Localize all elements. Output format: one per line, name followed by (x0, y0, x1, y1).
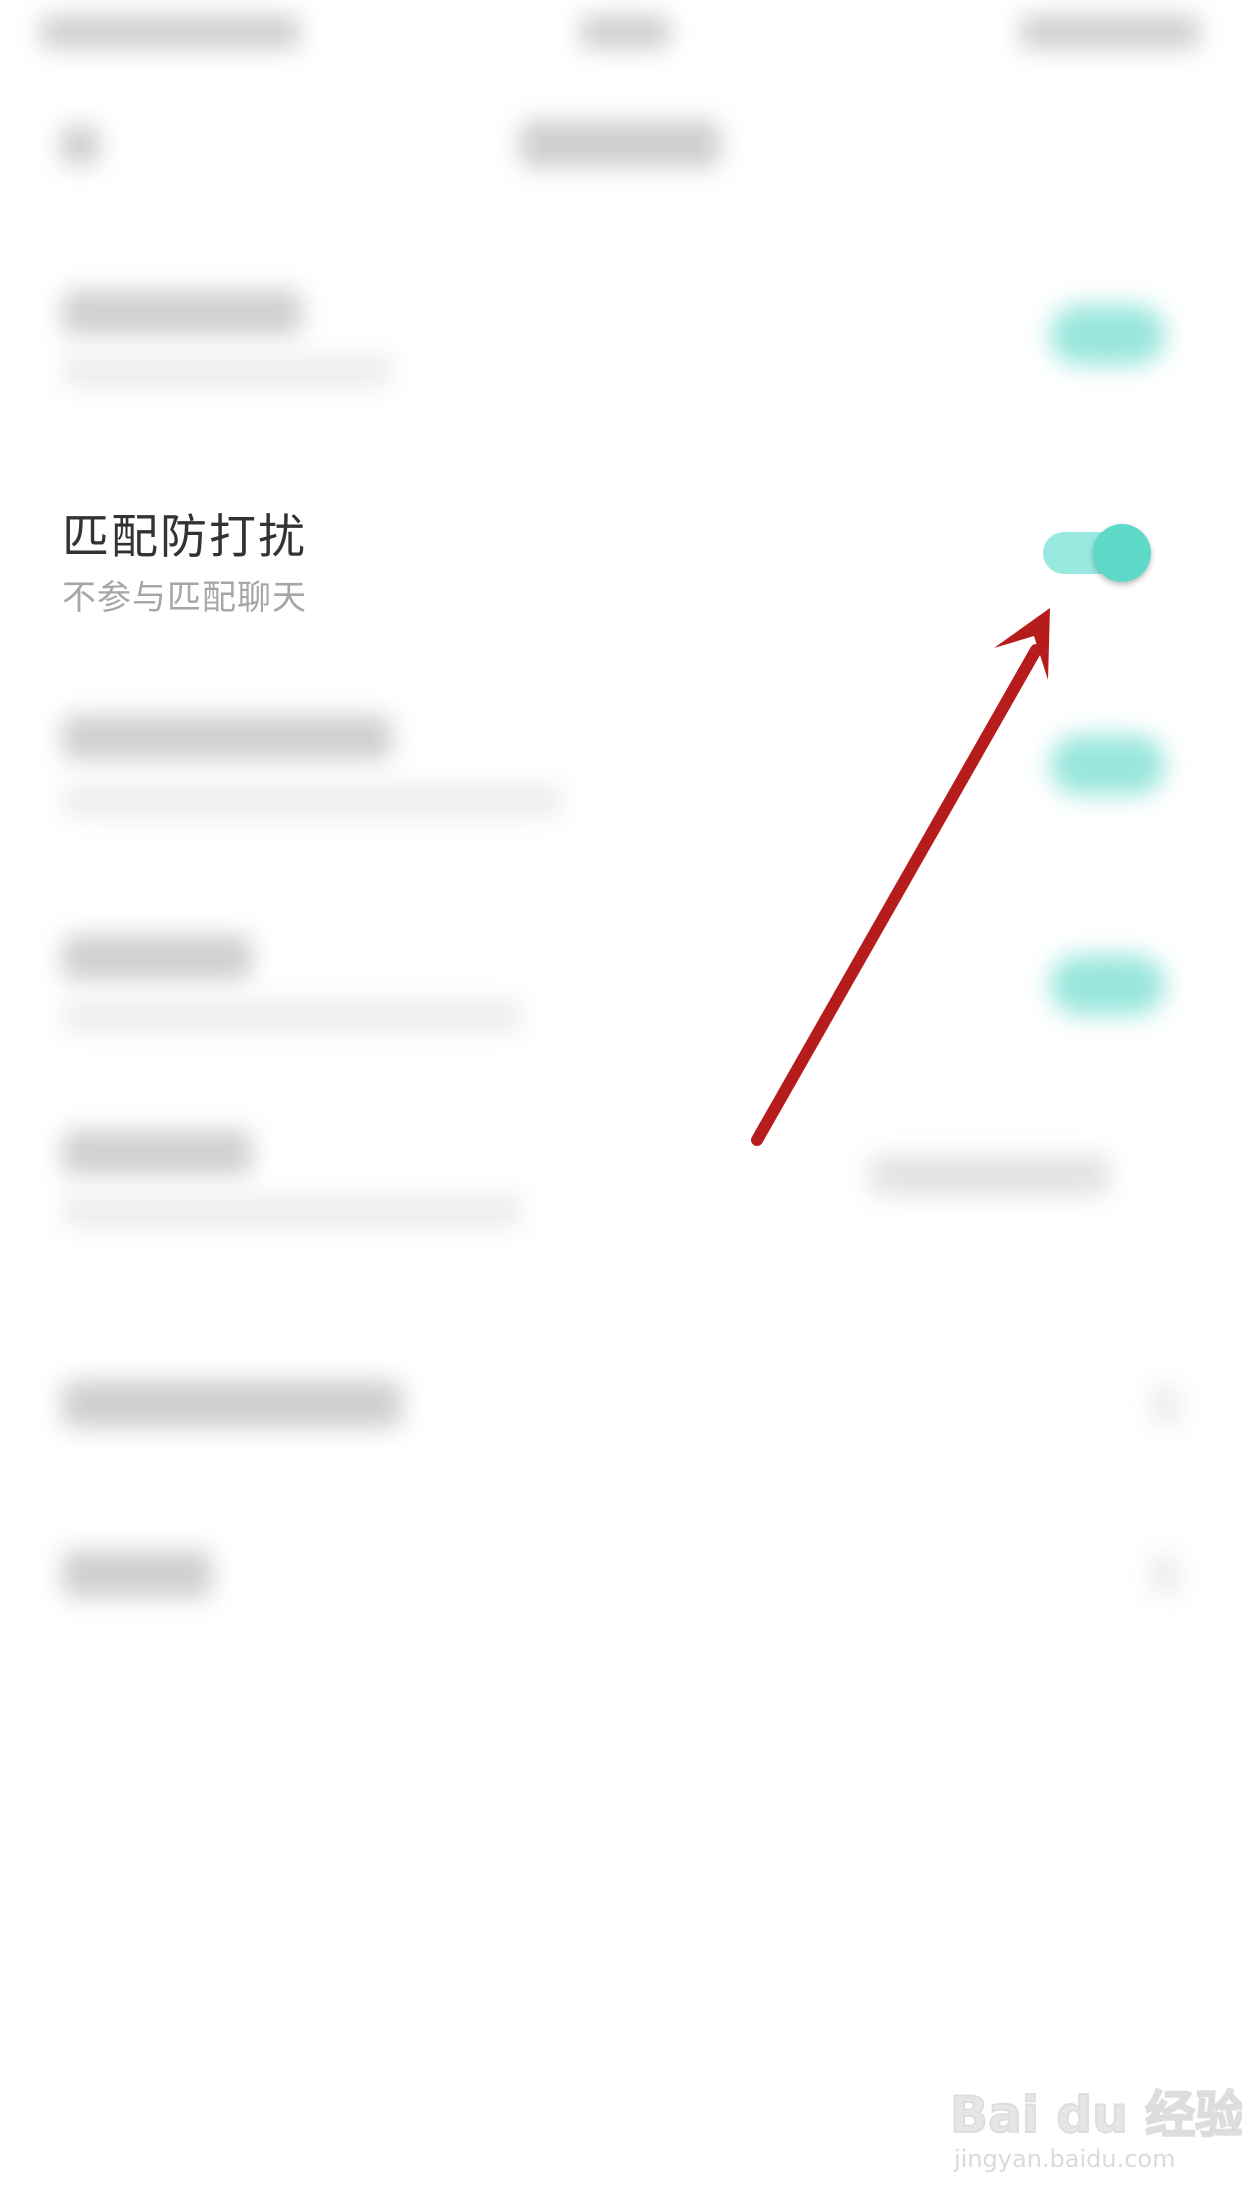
row1-subtitle-blur (62, 355, 392, 387)
row5-subtitle-blur (62, 1195, 522, 1227)
toggle-knob (1093, 524, 1151, 582)
row3-subtitle-blur (62, 785, 562, 817)
row1-title-blur (62, 290, 302, 335)
row4-toggle-blur[interactable] (1050, 955, 1165, 1015)
row5-title-blur (62, 1130, 252, 1175)
row6-title-blur (62, 1380, 402, 1428)
watermark-url: jingyan.baidu.com (954, 2145, 1176, 2173)
status-bar-time-blur (580, 15, 670, 49)
row7-chevron-blur[interactable] (1150, 1555, 1180, 1595)
page-title-blur (520, 120, 720, 168)
row5-value-blur[interactable] (870, 1155, 1110, 1195)
match-dnd-toggle[interactable] (1043, 524, 1153, 582)
setting-title: 匹配防打扰 (62, 510, 307, 565)
row4-title-blur (62, 935, 252, 980)
row7-title-blur (62, 1550, 212, 1598)
status-bar-right-blur (1020, 15, 1200, 49)
setting-subtitle: 不参与匹配聊天 (62, 578, 307, 618)
row1-toggle-blur[interactable] (1050, 305, 1165, 365)
row6-chevron-blur[interactable] (1150, 1385, 1180, 1425)
row3-toggle-blur[interactable] (1050, 735, 1165, 795)
status-bar-left-blur (40, 15, 300, 49)
back-button-blur[interactable] (60, 125, 100, 165)
row4-subtitle-blur (62, 1000, 522, 1032)
watermark-brand: Bai du 经验 (949, 2085, 1242, 2145)
row3-title-blur (62, 715, 392, 760)
baidu-jingyan-logo: Bai du 经验 jingyan.baidu.com (949, 2075, 1242, 2185)
